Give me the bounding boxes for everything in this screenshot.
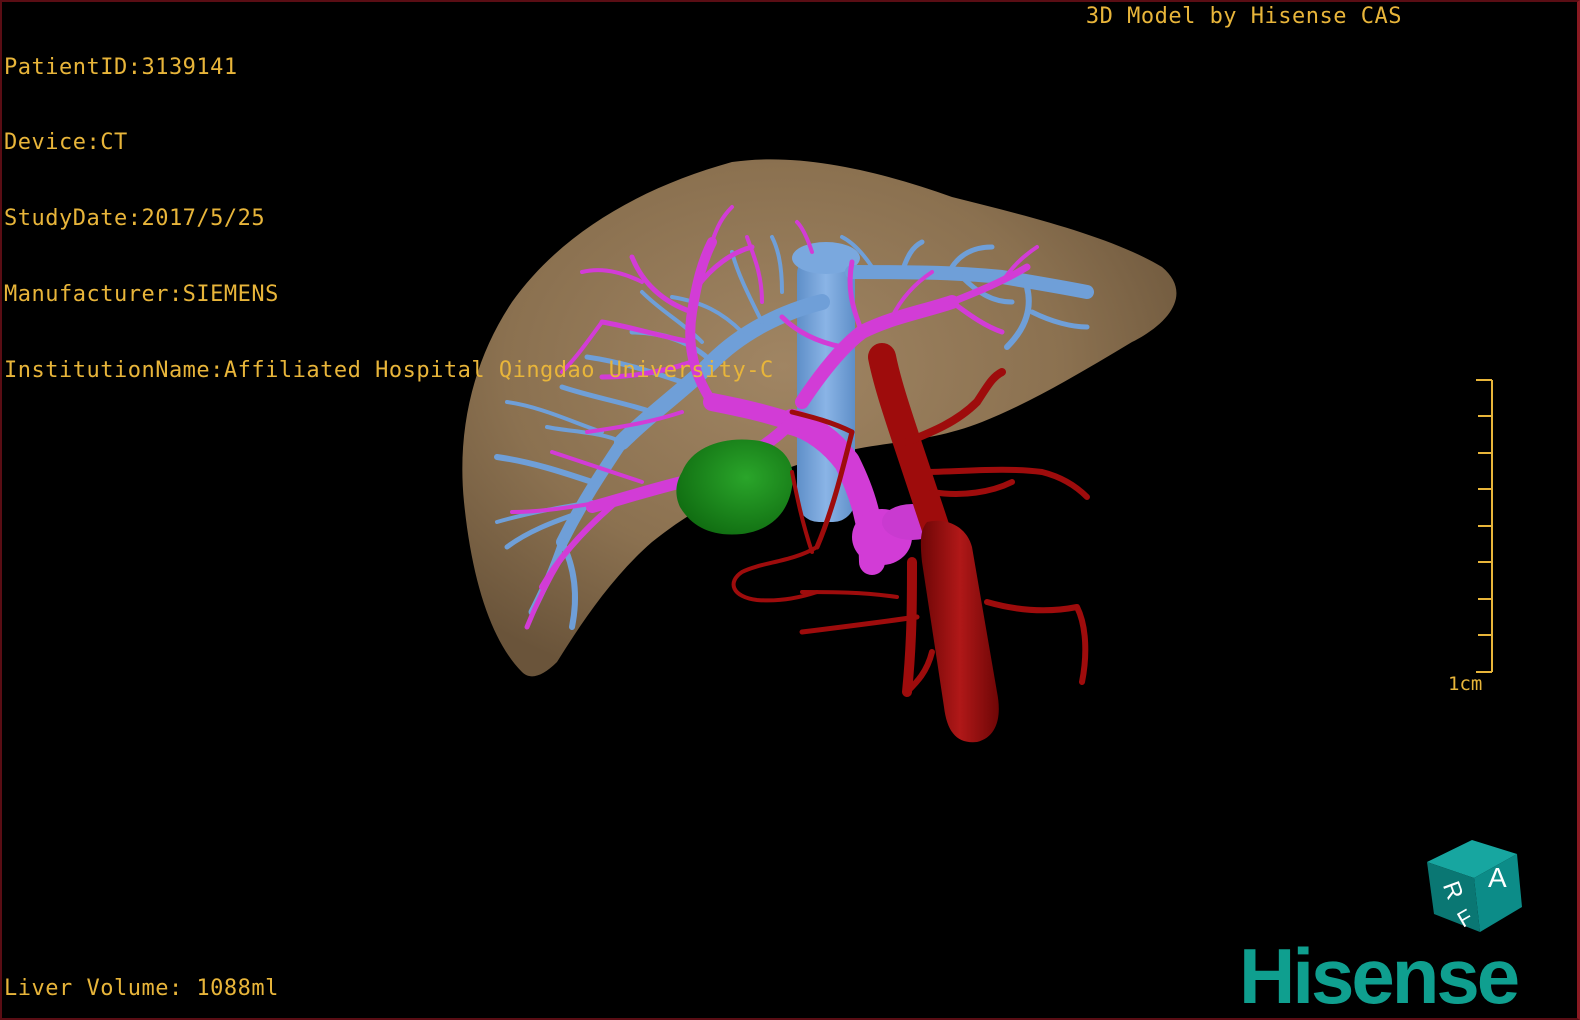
3d-render-viewport[interactable]: PatientID:3139141 Device:CT StudyDate:20… (0, 0, 1580, 1020)
orientation-cube[interactable]: A R F (2, 2, 1580, 1020)
hisense-logo: Hisense (1239, 932, 1520, 1020)
cube-face-a: A (1488, 862, 1507, 893)
